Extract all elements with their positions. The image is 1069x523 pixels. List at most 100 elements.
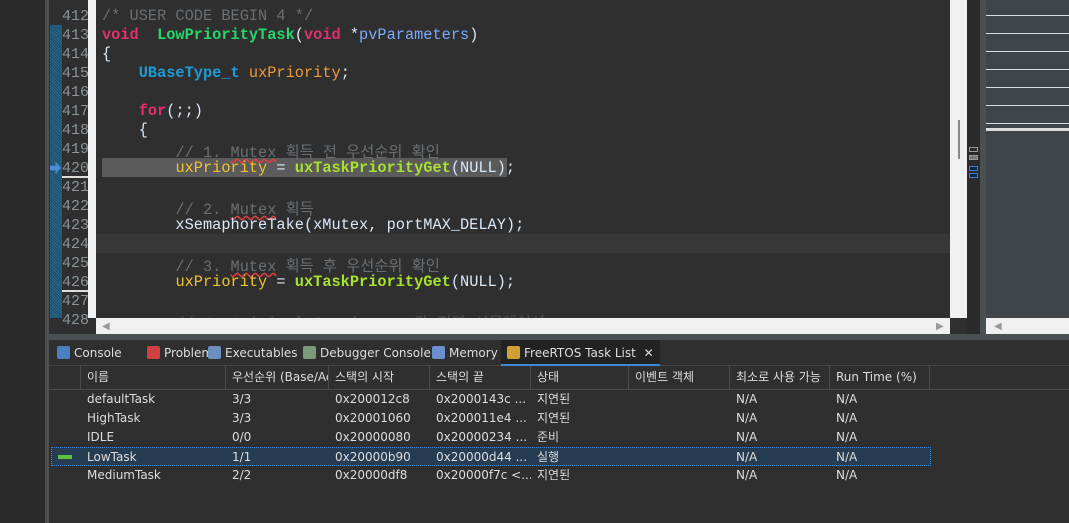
- scroll-left-icon[interactable]: ◀: [102, 321, 110, 332]
- scrollbar-thumb[interactable]: [958, 120, 960, 159]
- code-line: {: [102, 121, 148, 140]
- outline-separator: [986, 33, 1069, 34]
- table-cell: 0x2000143c ...: [436, 392, 527, 406]
- tab-console[interactable]: Console: [57, 340, 122, 366]
- code-line: // 3. Mutex 획득 후 우선순위 확인: [102, 254, 439, 276]
- line-number: 418: [62, 122, 90, 139]
- code-line: // 1. Mutex 획득 전 우선순위 확인: [102, 140, 439, 162]
- table-cell: N/A: [836, 430, 858, 444]
- memory-icon: [432, 346, 445, 359]
- column-header[interactable]: Run Time (%): [830, 366, 930, 389]
- outline-separator: [986, 128, 1069, 131]
- code-line: uxPriority = uxTaskPriorityGet(NULL);: [102, 273, 515, 292]
- table-cell: LowTask: [87, 450, 137, 464]
- code-token: (: [294, 26, 304, 44]
- line-number: 427: [62, 293, 90, 310]
- code-line: uxPriority = uxTaskPriorityGet(NULL);: [102, 159, 515, 178]
- tab-label: Debugger Console: [320, 346, 431, 360]
- editor-horizontal-scrollbar[interactable]: ◀ ▶: [96, 318, 950, 334]
- code-token: (NULL);: [450, 273, 516, 291]
- table-cell: 준비: [537, 430, 560, 444]
- line-number: 416: [62, 84, 90, 101]
- table-row[interactable]: IDLE 0/0 0x20000080 0x20000234 ... 준비 N/A N/A: [49, 428, 1069, 447]
- code-editor[interactable]: /* USER CODE BEGIN 4 */void LowPriorityT…: [96, 0, 950, 318]
- overview-mark-current[interactable]: [969, 173, 978, 178]
- code-token: LowPriorityTask: [157, 26, 295, 44]
- right-panel-horizontal-scrollbar[interactable]: ◀: [986, 318, 1069, 334]
- code-token: uxPriority: [248, 64, 341, 82]
- table-cell: N/A: [736, 468, 758, 482]
- column-header[interactable]: 스택의 시작: [329, 366, 430, 389]
- table-cell: N/A: [836, 450, 858, 464]
- code-line: for(;;): [102, 102, 203, 121]
- table-cell: [629, 390, 730, 409]
- table-row[interactable]: defaultTask 3/3 0x200012c8 0x2000143c ... 지연…: [49, 390, 1069, 409]
- table-cell: 0x20000df8: [335, 468, 408, 482]
- table-cell: 3/3: [232, 392, 252, 406]
- table-cell: 0x20000f7c <...: [436, 468, 531, 482]
- column-header[interactable]: 스택의 끝: [430, 366, 531, 389]
- table-cell: 2/2: [232, 468, 252, 482]
- table-cell: [629, 466, 730, 485]
- tab-executables[interactable]: Executables: [208, 340, 298, 366]
- code-line: void LowPriorityTask(void *pvParameters): [102, 26, 478, 45]
- tab-label: FreeRTOS Task List: [524, 346, 636, 360]
- table-cell: [629, 448, 730, 467]
- scroll-right-icon[interactable]: ▶: [936, 321, 944, 332]
- column-header[interactable]: 이름: [81, 366, 226, 389]
- fold-column: [88, 0, 96, 318]
- table-row[interactable]: MediumTask 2/2 0x20000df8 0x20000f7c <... 지연…: [49, 466, 1069, 485]
- table-cell: N/A: [836, 411, 858, 425]
- line-number: 420: [62, 160, 90, 178]
- column-header[interactable]: [49, 366, 81, 389]
- table-cell: 실행: [537, 450, 560, 464]
- code-line: {: [102, 45, 111, 64]
- code-token: void: [102, 26, 139, 44]
- scroll-left-icon[interactable]: ◀: [994, 321, 1002, 332]
- table-cell: 0x20000d44 ...: [436, 450, 528, 464]
- table-row[interactable]: HighTask 3/3 0x20001060 0x200011e4 ... 지연된 N/…: [49, 409, 1069, 428]
- column-header[interactable]: 최소로 사용 가능: [730, 366, 830, 389]
- code-line: UBaseType_t uxPriority;: [102, 64, 350, 83]
- left-sidebar: [0, 0, 45, 523]
- task-table-header: 이름우선순위 (Base/Actual)스택의 시작스택의 끝상태이벤트 객체최…: [49, 366, 1069, 390]
- table-cell: [629, 409, 730, 428]
- code-token: {: [102, 121, 148, 139]
- line-number: 412: [62, 8, 90, 25]
- table-cell: 0x200011e4 ...: [436, 411, 527, 425]
- code-token: UBaseType_t: [138, 64, 240, 82]
- table-row[interactable]: LowTask 1/1 0x20000b90 0x20000d44 ... 실행 N/A N…: [51, 447, 931, 466]
- table-cell: N/A: [736, 411, 758, 425]
- tab-memory[interactable]: Memory: [432, 340, 498, 366]
- outline-separator: [986, 123, 1069, 124]
- table-cell: HighTask: [87, 411, 141, 425]
- overview-mark[interactable]: [969, 147, 978, 152]
- code-token: void: [303, 26, 341, 44]
- console-icon: [57, 346, 70, 359]
- editor-vertical-scrollbar[interactable]: [950, 0, 967, 318]
- line-number: 413: [62, 27, 90, 44]
- table-cell: 지연된: [537, 411, 571, 425]
- code-token: {: [102, 45, 112, 63]
- code-token: (NULL);: [450, 159, 516, 177]
- column-header[interactable]: 상태: [531, 366, 629, 389]
- table-cell: [629, 428, 730, 447]
- line-number: 422: [62, 198, 90, 215]
- problems-icon: [147, 346, 160, 359]
- table-cell: 0x20000234 ...: [436, 430, 528, 444]
- close-icon[interactable]: ✕: [640, 346, 654, 360]
- tab-debugger-console[interactable]: Debugger Console: [303, 340, 431, 366]
- overview-mark-current[interactable]: [969, 166, 978, 171]
- column-header[interactable]: 이벤트 객체: [629, 366, 730, 389]
- tab-freertos-task-list[interactable]: FreeRTOS Task List ✕: [501, 340, 660, 366]
- column-header[interactable]: 우선순위 (Base/Actual): [226, 366, 329, 389]
- outline-separator: [986, 87, 1069, 88]
- code-token: xSemaphoreTake(xMutex, portMAX_DELAY);: [102, 216, 525, 234]
- tab-label: Console: [74, 346, 122, 360]
- outline-separator: [986, 105, 1069, 106]
- line-number: 417: [62, 103, 90, 120]
- overview-mark[interactable]: [969, 155, 978, 160]
